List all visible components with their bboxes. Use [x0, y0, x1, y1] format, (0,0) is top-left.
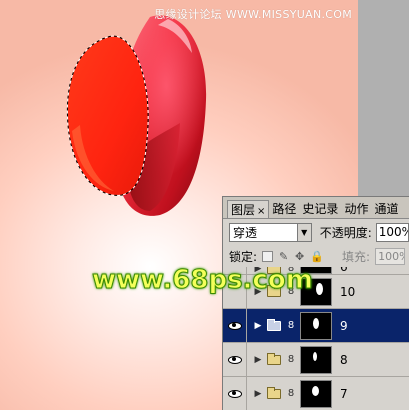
- expand-triangle-icon[interactable]: ▶: [251, 355, 265, 365]
- visibility-toggle[interactable]: [223, 308, 247, 343]
- blend-mode-select[interactable]: 穿透 ▼: [229, 222, 312, 242]
- watermark-site-text: 思缘设计论坛 WWW.MISSYUAN.COM: [154, 8, 352, 21]
- layer-name[interactable]: 9: [340, 319, 348, 333]
- panel-tabs: 图层 × 路径 史记录 动作 通道: [223, 197, 409, 219]
- eye-icon: [227, 389, 242, 398]
- opacity-input[interactable]: 100%: [375, 222, 409, 242]
- opacity-label: 不透明度:: [319, 225, 372, 240]
- mask-link-icon[interactable]: 8: [285, 320, 297, 331]
- expand-triangle-icon[interactable]: ▶: [251, 389, 265, 399]
- mask-link-icon[interactable]: 8: [285, 388, 297, 399]
- watermark-68ps-logo: www.68ps.com: [92, 265, 314, 296]
- blend-opacity-row: 穿透 ▼ 不透明度: 100%: [223, 219, 409, 245]
- eye-icon: [227, 321, 242, 330]
- blend-mode-value: 穿透: [233, 225, 258, 240]
- tab-history[interactable]: 史记录: [299, 200, 341, 218]
- layer-row[interactable]: ▶ 8 8: [223, 342, 409, 377]
- fill-input[interactable]: 100%: [375, 247, 406, 265]
- lock-position-move-icon[interactable]: ✥: [294, 251, 305, 262]
- tab-layers[interactable]: 图层 ×: [227, 200, 270, 218]
- lock-fill-row: 锁定: ✎ ✥ 🔒 填充: 100%: [223, 245, 409, 267]
- chevron-down-icon[interactable]: ▼: [296, 223, 311, 241]
- lock-label: 锁定:: [229, 249, 258, 264]
- layer-name[interactable]: 6: [340, 267, 348, 274]
- visibility-toggle[interactable]: [223, 376, 247, 410]
- lock-pixels-brush-icon[interactable]: ✎: [278, 251, 289, 262]
- layer-mask-thumbnail[interactable]: [300, 311, 332, 340]
- layer-row[interactable]: ▶ 8 7: [223, 376, 409, 410]
- layer-mask-thumbnail[interactable]: [300, 345, 332, 374]
- tab-actions[interactable]: 动作: [341, 200, 371, 218]
- lock-transparency-icon[interactable]: [262, 250, 274, 262]
- folder-icon: [267, 318, 281, 331]
- layers-panel: 图层× 路径 史记录 动作 通道 穿透 ▼ 不透明度: 100% 锁定: ✎ ✥…: [222, 196, 409, 410]
- fill-label: 填充:: [342, 249, 371, 264]
- layer-name[interactable]: 8: [340, 353, 348, 367]
- layer-name[interactable]: 10: [340, 285, 355, 299]
- layer-row-selected[interactable]: ▶ 8 9: [223, 308, 409, 343]
- folder-icon: [267, 386, 281, 399]
- lock-all-padlock-icon[interactable]: 🔒: [310, 251, 324, 262]
- layer-name[interactable]: 7: [340, 387, 348, 401]
- visibility-toggle[interactable]: [223, 342, 247, 377]
- layer-mask-thumbnail[interactable]: [300, 379, 332, 408]
- petal-artwork: [66, 15, 207, 216]
- tab-channels[interactable]: 通道: [371, 200, 401, 218]
- mask-link-icon[interactable]: 8: [285, 354, 297, 365]
- close-icon[interactable]: ×: [257, 206, 265, 217]
- expand-triangle-icon[interactable]: ▶: [251, 321, 265, 331]
- tab-paths[interactable]: 路径: [269, 200, 299, 218]
- folder-icon: [267, 352, 281, 365]
- eye-icon: [227, 355, 242, 364]
